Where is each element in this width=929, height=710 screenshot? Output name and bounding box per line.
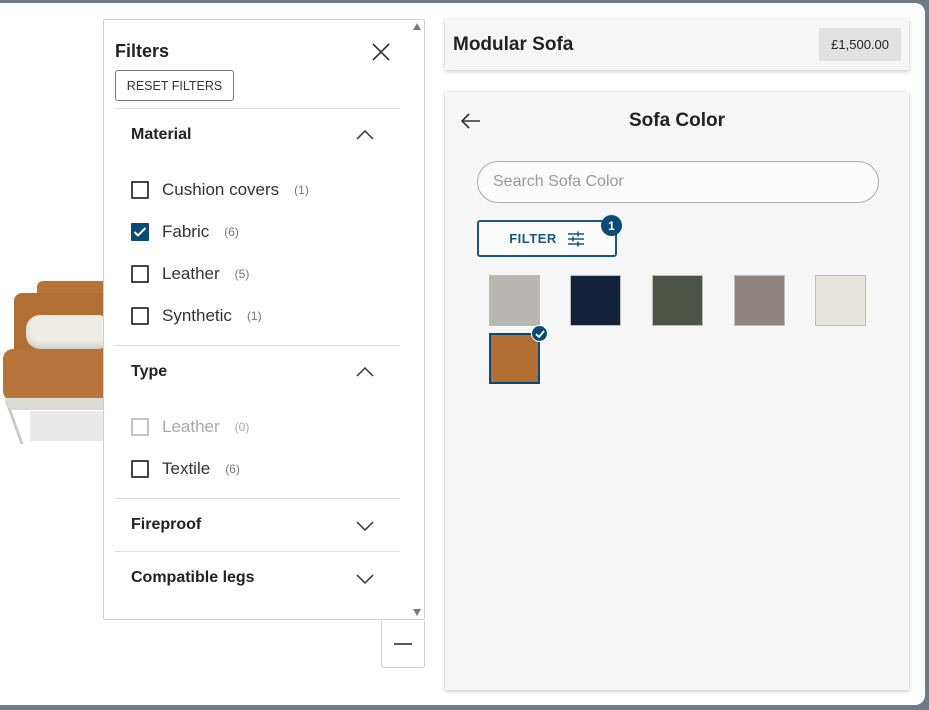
option-cushion-covers[interactable]: Cushion covers (1) — [131, 180, 309, 200]
option-leather[interactable]: Leather (5) — [131, 264, 249, 284]
divider — [115, 108, 400, 109]
section-material-title[interactable]: Material — [131, 126, 191, 144]
chevron-down-icon[interactable] — [355, 520, 375, 532]
swatch-cognac[interactable] — [489, 333, 540, 384]
app-window: Filters RESET FILTERS Material Cushion c… — [0, 3, 925, 705]
filters-title: Filters — [115, 41, 170, 61]
option-count: (1) — [246, 309, 262, 323]
swatch-olive-grey[interactable] — [652, 275, 703, 326]
sofa-cushion — [26, 315, 112, 349]
search-input[interactable] — [477, 161, 879, 203]
zoom-out-button[interactable] — [381, 621, 425, 668]
swatch-cream[interactable] — [815, 275, 866, 326]
scroll-up-arrow[interactable] — [413, 23, 421, 30]
option-count: (6) — [224, 225, 239, 239]
selected-check-icon — [531, 325, 548, 342]
checkbox[interactable] — [131, 265, 149, 283]
reset-filters-button[interactable]: RESET FILTERS — [115, 70, 234, 101]
option-count: (5) — [234, 267, 250, 281]
swatch-navy[interactable] — [570, 275, 621, 326]
sliders-icon — [567, 231, 584, 246]
checkbox-disabled — [131, 418, 149, 436]
product-name: Modular Sofa — [453, 34, 574, 55]
option-fabric[interactable]: Fabric (6) — [131, 222, 239, 242]
filters-panel: Filters RESET FILTERS Material Cushion c… — [103, 19, 425, 620]
option-label: Cushion covers — [162, 180, 280, 199]
option-type-leather: Leather (0) — [131, 417, 249, 437]
filter-label: FILTER — [509, 231, 557, 246]
price-badge: £1,500.00 — [819, 28, 901, 61]
scroll-down-arrow[interactable] — [413, 609, 421, 616]
divider — [115, 498, 400, 499]
section-fireproof-title[interactable]: Fireproof — [131, 516, 201, 534]
section-legs-title[interactable]: Compatible legs — [131, 569, 255, 587]
option-label: Leather — [162, 264, 220, 283]
option-synthetic[interactable]: Synthetic (1) — [131, 306, 262, 326]
sofa-seat — [3, 349, 113, 401]
option-label: Leather — [162, 417, 220, 436]
checkbox[interactable] — [131, 307, 149, 325]
panel-title: Sofa Color — [628, 110, 726, 131]
divider — [115, 345, 400, 346]
check-icon — [133, 227, 147, 237]
checkbox[interactable] — [131, 460, 149, 478]
option-label: Fabric — [162, 222, 210, 241]
chevron-up-icon[interactable] — [355, 366, 375, 378]
checkbox-checked[interactable] — [131, 223, 149, 241]
option-label: Synthetic — [162, 306, 232, 325]
minus-icon — [394, 643, 412, 645]
option-textile[interactable]: Textile (6) — [131, 459, 240, 479]
option-count: (6) — [225, 462, 240, 476]
filter-count-badge: 1 — [601, 215, 622, 236]
option-label: Textile — [162, 459, 211, 478]
divider — [115, 551, 400, 552]
close-icon[interactable] — [370, 41, 392, 63]
section-type-title[interactable]: Type — [131, 363, 167, 381]
chevron-down-icon[interactable] — [355, 573, 375, 585]
product-header: Modular Sofa £1,500.00 — [445, 19, 909, 70]
chevron-up-icon[interactable] — [355, 129, 375, 141]
swatch-light-grey[interactable] — [489, 275, 540, 326]
sofa-color-panel: Sofa Color FILTER 1 — [445, 92, 909, 690]
option-count: (0) — [234, 420, 250, 434]
option-count: (1) — [294, 183, 309, 197]
swatch-taupe[interactable] — [734, 275, 785, 326]
checkbox[interactable] — [131, 181, 149, 199]
filter-button[interactable]: FILTER — [477, 220, 617, 257]
sofa-preview[interactable] — [0, 273, 115, 444]
